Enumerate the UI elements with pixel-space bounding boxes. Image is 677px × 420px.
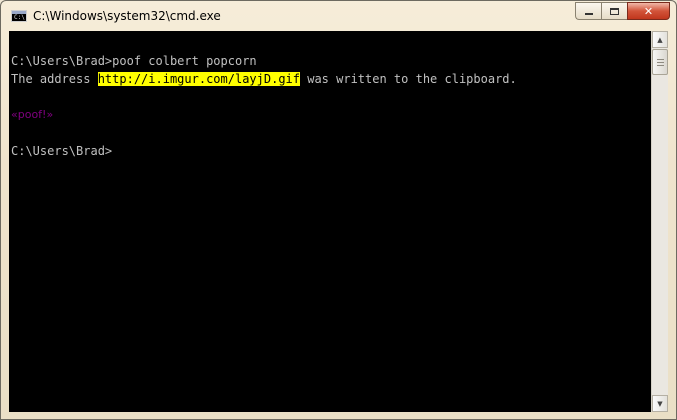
minimize-icon bbox=[584, 13, 593, 15]
console-app-icon[interactable]: C:\ bbox=[11, 10, 27, 22]
scroll-down-button[interactable]: ▼ bbox=[652, 395, 668, 412]
poof-message: «poof!» bbox=[11, 108, 54, 121]
console-output[interactable]: C:\Users\Brad>poof colbert popcorn The a… bbox=[9, 31, 651, 412]
command-prompt[interactable]: C:\Users\Brad> bbox=[11, 142, 112, 160]
grip-line bbox=[657, 59, 664, 60]
scroll-thumb[interactable] bbox=[652, 49, 668, 75]
output-prefix: The address bbox=[11, 72, 98, 86]
grip-line bbox=[657, 62, 664, 63]
command-line: C:\Users\Brad>poof colbert popcorn bbox=[11, 54, 257, 68]
maximize-button[interactable] bbox=[601, 2, 627, 20]
minimize-button[interactable] bbox=[575, 2, 601, 20]
grip-line bbox=[657, 65, 664, 66]
app-icon-text: C:\ bbox=[14, 14, 25, 21]
caption-buttons: ✕ bbox=[575, 2, 670, 21]
output-suffix: was written to the clipboard. bbox=[300, 72, 517, 86]
chevron-down-icon: ▼ bbox=[657, 399, 663, 408]
chevron-up-icon: ▲ bbox=[657, 35, 663, 44]
close-button[interactable]: ✕ bbox=[627, 2, 670, 20]
close-icon: ✕ bbox=[643, 4, 654, 18]
output-line: The address http://i.imgur.com/layjD.gif… bbox=[11, 70, 517, 88]
cmd-window: C:\ C:\Windows\system32\cmd.exe ✕ C:\Use… bbox=[0, 0, 677, 420]
maximize-icon bbox=[610, 7, 619, 15]
window-title: C:\Windows\system32\cmd.exe bbox=[33, 9, 221, 23]
title-bar[interactable]: C:\ C:\Windows\system32\cmd.exe ✕ bbox=[1, 1, 676, 31]
vertical-scrollbar[interactable]: ▲ ▼ bbox=[651, 31, 668, 412]
scroll-up-button[interactable]: ▲ bbox=[652, 31, 668, 48]
highlighted-url[interactable]: http://i.imgur.com/layjD.gif bbox=[97, 72, 300, 86]
